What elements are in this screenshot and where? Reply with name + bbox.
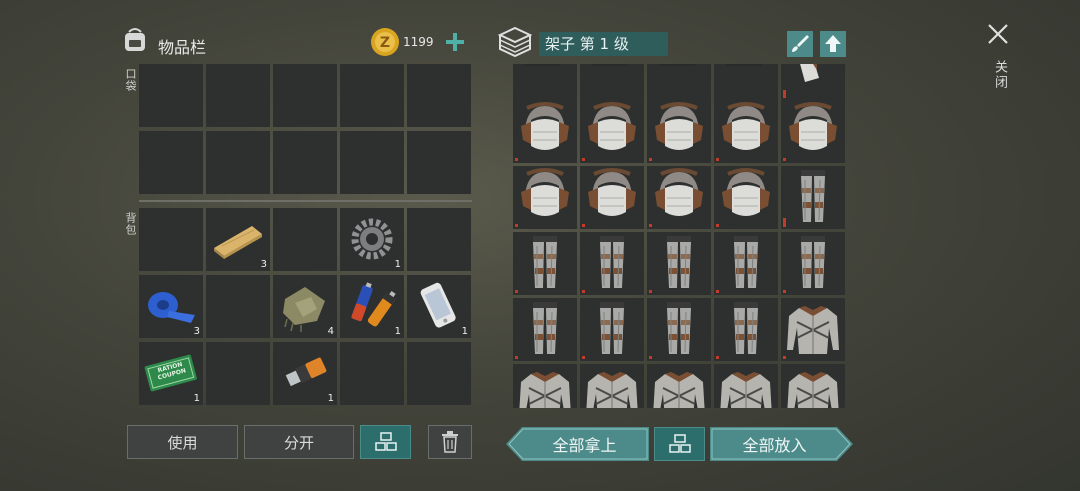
backpack-slot[interactable]: [139, 208, 203, 271]
item-count: 3: [260, 259, 267, 270]
pocket-label: 口袋: [124, 68, 137, 92]
backpack-slot[interactable]: [407, 208, 471, 271]
backpack-label: 背包: [124, 212, 137, 236]
coin-count: 1199: [403, 35, 434, 49]
backpack-icon: [125, 28, 145, 51]
take-all-button[interactable]: 全部拿上: [506, 427, 649, 461]
container-grid: [513, 64, 846, 408]
put-all-button[interactable]: 全部放入: [710, 427, 853, 461]
backpack-slot-cloth[interactable]: 4: [273, 275, 337, 338]
backpack-slot-gear[interactable]: 1: [340, 208, 404, 271]
split-button[interactable]: 分开: [244, 425, 354, 459]
backpack-slot[interactable]: [206, 275, 270, 338]
backpack-slot-battery[interactable]: 1: [340, 275, 404, 338]
grid-sort-icon: [374, 432, 397, 451]
brush-icon: [792, 35, 809, 52]
backpack-slot[interactable]: [340, 342, 404, 405]
shelf-icon: [497, 26, 533, 58]
item-count: 1: [461, 326, 468, 337]
pocket-slot[interactable]: [340, 64, 404, 127]
container-slots[interactable]: [513, 64, 846, 408]
backpack-slot-tape[interactable]: 3: [139, 275, 203, 338]
backpack-slot[interactable]: [273, 208, 337, 271]
take-all-label: 全部拿上: [552, 436, 617, 455]
item-count: 4: [327, 326, 334, 337]
svg-text:Z: Z: [380, 35, 390, 51]
sort-container-button[interactable]: [654, 427, 705, 461]
coin-icon: Z: [371, 28, 399, 56]
backpack-slot[interactable]: [407, 342, 471, 405]
pocket-slot[interactable]: [407, 64, 471, 127]
item-count: 3: [193, 326, 200, 337]
item-count: 1: [327, 393, 334, 404]
item-count: 1: [394, 326, 401, 337]
backpack-slot-phone[interactable]: 1: [407, 275, 471, 338]
container-title: 架子 第 1 级: [539, 32, 668, 56]
close-icon: [988, 24, 1008, 44]
arrow-up-icon: [825, 35, 841, 52]
section-divider: [139, 200, 472, 202]
paint-button[interactable]: [787, 31, 813, 57]
pocket-slot[interactable]: [407, 131, 471, 194]
pocket-slot[interactable]: [206, 131, 270, 194]
sort-inventory-button[interactable]: [360, 425, 411, 459]
close-label: 关闭: [992, 60, 1007, 90]
pocket-slot[interactable]: [139, 64, 203, 127]
put-all-label: 全部放入: [742, 436, 807, 455]
use-button[interactable]: 使用: [127, 425, 238, 459]
upgrade-button[interactable]: [820, 31, 846, 57]
backpack-slot-coupon[interactable]: RATION COUPON 1: [139, 342, 203, 405]
trash-icon: [442, 431, 458, 453]
trash-button[interactable]: [428, 425, 472, 459]
grid-sort-icon: [668, 434, 691, 453]
backpack-slot-wood[interactable]: 3: [206, 208, 270, 271]
pocket-slot[interactable]: [273, 64, 337, 127]
backpack-slot-usb[interactable]: 1: [273, 342, 337, 405]
pocket-slot[interactable]: [340, 131, 404, 194]
pocket-slot[interactable]: [273, 131, 337, 194]
inventory-title: 物品栏: [158, 38, 207, 57]
add-coins-icon[interactable]: [445, 32, 465, 52]
item-count: 1: [193, 393, 200, 404]
pocket-slot[interactable]: [139, 131, 203, 194]
pocket-slot[interactable]: [206, 64, 270, 127]
close-button[interactable]: 关闭: [982, 20, 1014, 100]
backpack-slot[interactable]: [206, 342, 270, 405]
item-count: 1: [394, 259, 401, 270]
